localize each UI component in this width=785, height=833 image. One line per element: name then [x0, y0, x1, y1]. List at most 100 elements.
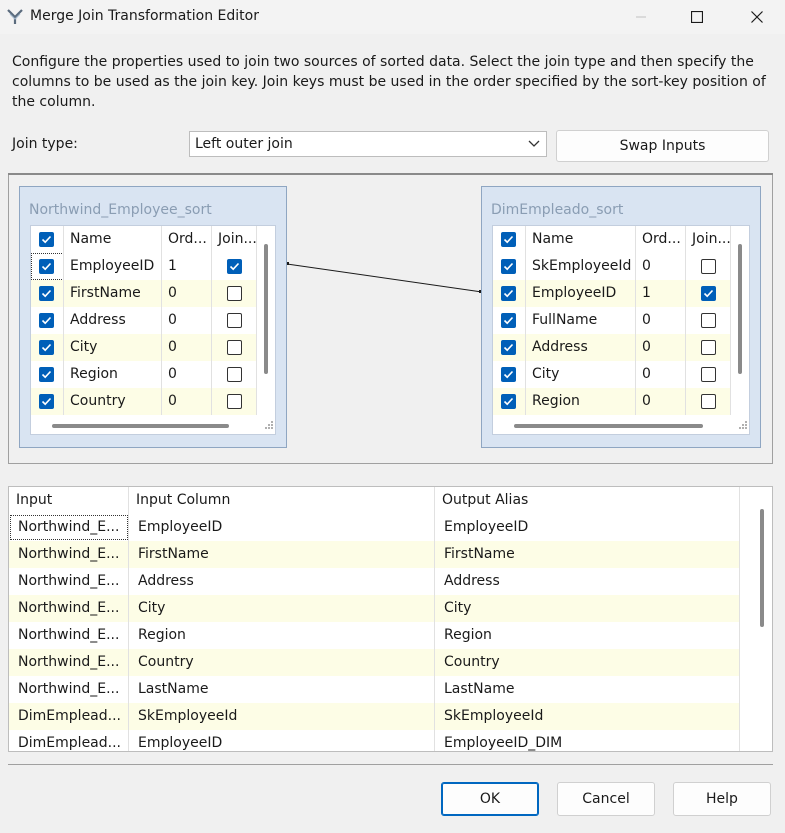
right-join-key-checkbox[interactable]: [701, 313, 716, 328]
left-join-key-checkbox[interactable]: [227, 394, 242, 409]
output-alias-cell[interactable]: EmployeeID_DIM: [435, 730, 740, 751]
output-row[interactable]: Northwind_E... Region Region: [9, 622, 740, 649]
left-join-key-checkbox[interactable]: [227, 286, 242, 301]
output-alias-cell[interactable]: EmployeeID: [435, 514, 740, 541]
output-input-column-cell[interactable]: Region: [129, 622, 435, 649]
output-input-cell[interactable]: Northwind_E...: [9, 676, 129, 703]
output-alias-cell[interactable]: FirstName: [435, 541, 740, 568]
ok-button[interactable]: OK: [441, 782, 539, 816]
left-column-select-checkbox[interactable]: [39, 313, 54, 328]
output-input-column-cell[interactable]: LastName: [129, 676, 435, 703]
right-input-box[interactable]: DimEmpleado_sort Name Ord... Join... SkE…: [481, 186, 761, 448]
output-alias-cell[interactable]: SkEmployeeId: [435, 703, 740, 730]
output-row[interactable]: Northwind_E... FirstName FirstName: [9, 541, 740, 568]
output-input-column-cell[interactable]: Country: [129, 649, 435, 676]
right-join-key-checkbox[interactable]: [701, 259, 716, 274]
right-column-row[interactable]: FullName 0: [493, 307, 731, 334]
left-column-order: 0: [162, 307, 212, 334]
left-column-row[interactable]: City 0: [31, 334, 257, 361]
output-row[interactable]: Northwind_E... City City: [9, 595, 740, 622]
output-input-cell[interactable]: DimEmplead...: [9, 703, 129, 730]
output-input-column-cell[interactable]: Address: [129, 568, 435, 595]
help-button[interactable]: Help: [673, 782, 771, 816]
right-grid-vscroll[interactable]: [738, 244, 742, 374]
right-join-key-checkbox[interactable]: [701, 340, 716, 355]
output-row[interactable]: Northwind_E... Address Address: [9, 568, 740, 595]
left-grid-hscroll[interactable]: [52, 424, 229, 428]
right-column-select-checkbox[interactable]: [501, 394, 516, 409]
output-alias-cell[interactable]: Address: [435, 568, 740, 595]
right-column-select-checkbox[interactable]: [501, 367, 516, 382]
right-join-key-checkbox[interactable]: [701, 367, 716, 382]
right-column-row[interactable]: Address 0: [493, 334, 731, 361]
right-header-name[interactable]: Name: [526, 226, 636, 253]
left-input-grid: Name Ord... Join... EmployeeID 1 FirstName…: [30, 225, 276, 435]
left-join-key-checkbox[interactable]: [227, 313, 242, 328]
output-row[interactable]: Northwind_E... Country Country: [9, 649, 740, 676]
output-input-cell[interactable]: Northwind_E...: [9, 649, 129, 676]
resize-grip-icon: [739, 421, 747, 429]
right-column-order: 0: [636, 334, 686, 361]
right-grid-hscroll[interactable]: [514, 424, 703, 428]
left-column-row[interactable]: Country 0: [31, 388, 257, 415]
left-join-key-checkbox[interactable]: [227, 340, 242, 355]
output-row[interactable]: Northwind_E... LastName LastName: [9, 676, 740, 703]
right-header-join[interactable]: Join...: [686, 226, 731, 253]
left-join-key-checkbox[interactable]: [227, 259, 242, 274]
left-column-order: 0: [162, 280, 212, 307]
output-alias-cell[interactable]: LastName: [435, 676, 740, 703]
right-join-key-checkbox[interactable]: [701, 394, 716, 409]
output-row[interactable]: DimEmplead... EmployeeID EmployeeID_DIM: [9, 730, 740, 751]
resize-grip-icon: [265, 421, 273, 429]
right-column-row[interactable]: SkEmployeeId 0: [493, 253, 731, 280]
left-header-join[interactable]: Join...: [212, 226, 257, 253]
right-header-order[interactable]: Ord...: [636, 226, 686, 253]
output-input-cell[interactable]: Northwind_E...: [9, 622, 129, 649]
left-column-select-checkbox[interactable]: [39, 340, 54, 355]
right-column-select-checkbox[interactable]: [501, 259, 516, 274]
output-alias-cell[interactable]: Region: [435, 622, 740, 649]
output-input-cell[interactable]: Northwind_E...: [9, 541, 129, 568]
right-column-row[interactable]: EmployeeID 1: [493, 280, 731, 307]
output-header-output-alias[interactable]: Output Alias: [435, 487, 740, 514]
output-row[interactable]: Northwind_E... EmployeeID EmployeeID: [9, 514, 740, 541]
output-input-column-cell[interactable]: City: [129, 595, 435, 622]
cancel-button[interactable]: Cancel: [557, 782, 655, 816]
right-select-all-checkbox[interactable]: [501, 232, 516, 247]
output-header-input[interactable]: Input: [9, 487, 129, 514]
output-input-cell[interactable]: DimEmplead...: [9, 730, 129, 751]
output-alias-cell[interactable]: Country: [435, 649, 740, 676]
output-input-column-cell[interactable]: SkEmployeeId: [129, 703, 435, 730]
right-column-select-checkbox[interactable]: [501, 286, 516, 301]
output-input-column-cell[interactable]: EmployeeID: [129, 730, 435, 751]
output-input-column-cell[interactable]: EmployeeID: [129, 514, 435, 541]
left-select-all-checkbox[interactable]: [39, 232, 54, 247]
output-input-cell[interactable]: Northwind_E...: [9, 568, 129, 595]
left-input-box[interactable]: Northwind_Employee_sort Name Ord... Join…: [19, 186, 287, 448]
left-column-row[interactable]: Address 0: [31, 307, 257, 334]
output-row[interactable]: DimEmplead... SkEmployeeId SkEmployeeId: [9, 703, 740, 730]
output-input-column-cell[interactable]: FirstName: [129, 541, 435, 568]
left-header-order[interactable]: Ord...: [162, 226, 212, 253]
right-column-select-checkbox[interactable]: [501, 313, 516, 328]
output-input-cell[interactable]: Northwind_E...: [9, 595, 129, 622]
left-join-key-checkbox[interactable]: [227, 367, 242, 382]
output-alias-cell[interactable]: City: [435, 595, 740, 622]
right-column-row[interactable]: City 0: [493, 361, 731, 388]
left-header-name[interactable]: Name: [64, 226, 162, 253]
output-header-input-column[interactable]: Input Column: [129, 487, 435, 514]
right-column-row[interactable]: Region 0: [493, 388, 731, 415]
left-column-row[interactable]: EmployeeID 1: [31, 253, 257, 280]
left-column-row[interactable]: Region 0: [31, 361, 257, 388]
left-column-select-checkbox[interactable]: [39, 286, 54, 301]
right-column-name: Address: [526, 334, 636, 361]
left-grid-vscroll[interactable]: [264, 244, 268, 374]
right-join-key-checkbox[interactable]: [701, 286, 716, 301]
output-grid-vscroll[interactable]: [760, 509, 764, 627]
right-column-select-checkbox[interactable]: [501, 340, 516, 355]
left-column-select-checkbox[interactable]: [39, 394, 54, 409]
left-column-order: 0: [162, 388, 212, 415]
left-column-row[interactable]: FirstName 0: [31, 280, 257, 307]
left-column-select-checkbox[interactable]: [39, 367, 54, 382]
left-column-name: Address: [64, 307, 162, 334]
